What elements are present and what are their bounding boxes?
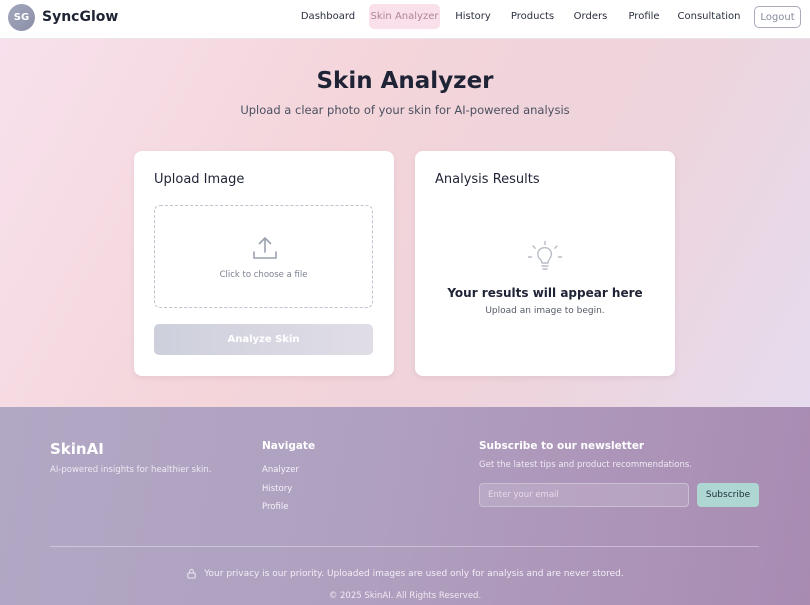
footer-tagline: AI-powered insights for healthier skin. [50,465,212,475]
lightbulb-icon [527,240,563,270]
dropzone-text: Click to choose a file [219,270,308,280]
footer-link-history[interactable]: History [262,484,292,494]
results-card-title: Analysis Results [435,172,540,187]
nav-products[interactable]: Products [508,4,557,29]
newsletter-email-input[interactable] [479,483,689,507]
top-nav-bar: SG SyncGlow Dashboard Skin Analyzer Hist… [0,0,810,39]
upload-card-title: Upload Image [154,172,245,187]
results-placeholder-text: Upload an image to begin. [485,306,605,316]
newsletter-heading: Subscribe to our newsletter [479,440,645,452]
lock-icon [187,568,196,579]
hero-section [0,39,810,407]
results-card: Analysis Results Your results will appea… [415,151,675,376]
page-title: Skin Analyzer [316,68,494,94]
privacy-notice: Your privacy is our priority. Uploaded i… [0,568,810,579]
nav-consultation[interactable]: Consultation [677,4,741,29]
analyze-skin-button[interactable]: Analyze Skin [154,324,373,355]
newsletter-subtext: Get the latest tips and product recommen… [479,460,693,470]
brand-name[interactable]: SyncGlow [42,9,118,25]
footer-navigate-heading: Navigate [262,440,316,452]
upload-card: Upload Image Click to choose a file Anal… [134,151,394,376]
footer-brand: SkinAI [50,440,104,458]
nav-orders[interactable]: Orders [571,4,610,29]
page-subtitle: Upload a clear photo of your skin for AI… [240,103,570,117]
footer-link-profile[interactable]: Profile [262,502,288,512]
footer: SkinAI AI-powered insights for healthier… [0,407,810,605]
copyright-text: © 2025 SkinAI. All Rights Reserved. [328,591,482,601]
subscribe-button[interactable]: Subscribe [697,483,759,507]
footer-link-analyzer[interactable]: Analyzer [262,465,299,475]
logout-button[interactable]: Logout [754,6,801,28]
file-dropzone[interactable]: Click to choose a file [154,205,373,308]
privacy-text: Your privacy is our priority. Uploaded i… [204,568,624,579]
nav-skin-analyzer[interactable]: Skin Analyzer [369,4,440,29]
nav-history[interactable]: History [452,4,494,29]
footer-divider [50,546,759,547]
results-placeholder-heading: Your results will appear here [447,286,643,300]
nav-profile[interactable]: Profile [624,4,664,29]
avatar[interactable]: SG [8,4,35,31]
upload-icon [253,237,277,259]
nav-dashboard[interactable]: Dashboard [298,4,358,29]
